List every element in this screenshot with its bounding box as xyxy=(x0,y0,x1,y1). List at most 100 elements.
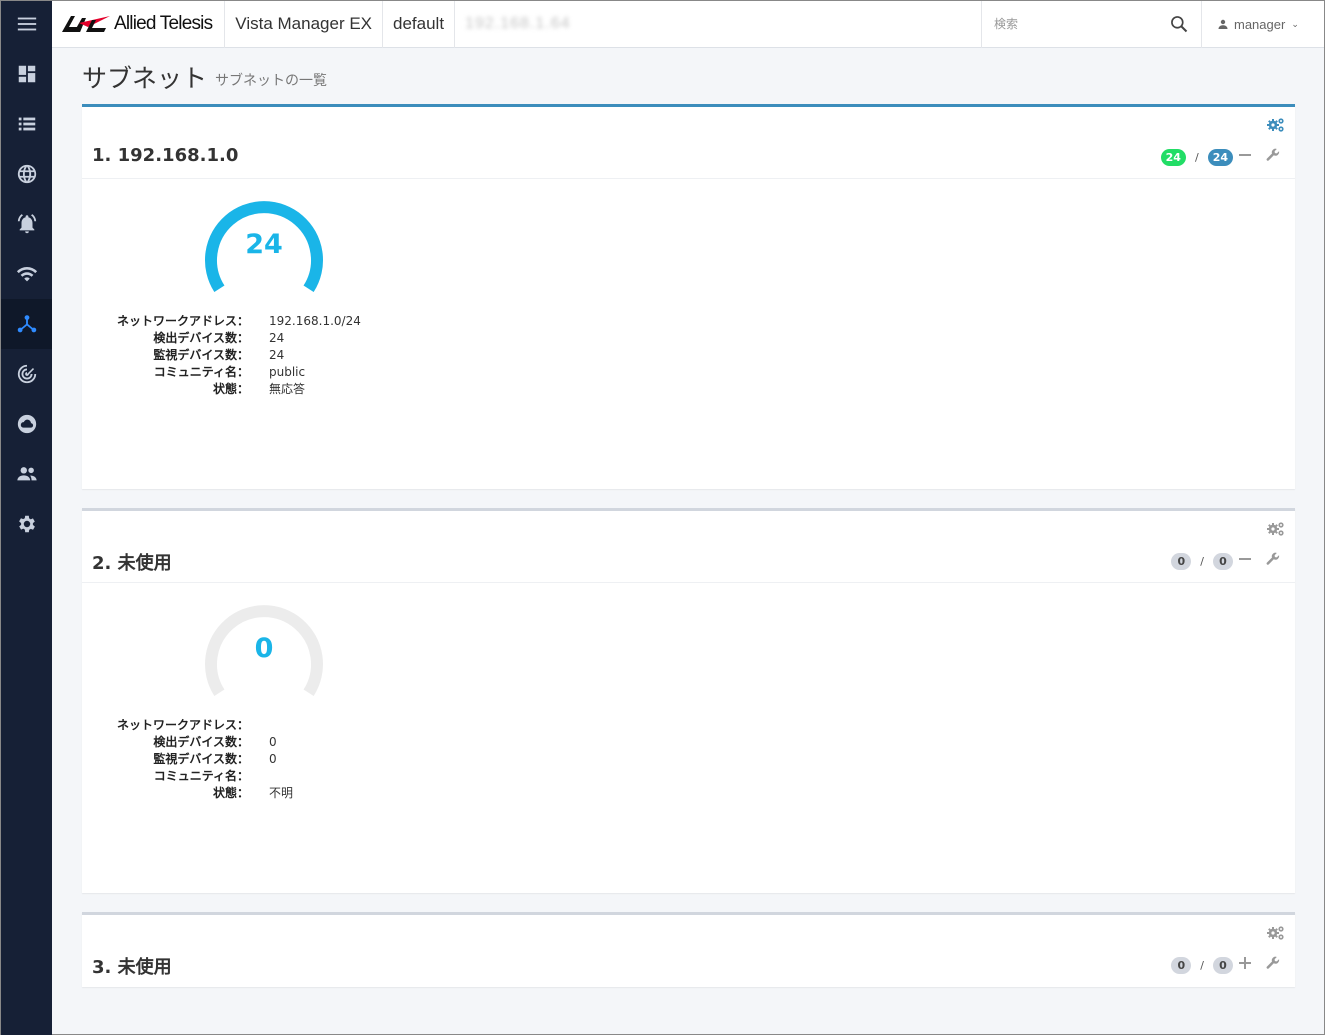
menu-icon xyxy=(17,17,36,31)
sidebar-item-radar[interactable] xyxy=(1,349,52,399)
server-ip: 192.168.1.64 xyxy=(465,15,571,32)
info-row-status: 状態： 不明 xyxy=(82,785,482,802)
info-label: 状態： xyxy=(212,786,249,800)
info-row-community: コミュニティ名： xyxy=(82,768,482,785)
plus-icon xyxy=(1239,957,1251,969)
chevron-down-icon: ⌄ xyxy=(1291,18,1299,29)
gears-icon[interactable] xyxy=(1266,117,1286,133)
subnet-info: ネットワークアドレス： 検出デバイス数： 0 監視デバイス数： 0 コミュニティ名：… xyxy=(82,717,482,802)
configure-button[interactable] xyxy=(1265,147,1281,163)
site-selector[interactable]: default xyxy=(383,0,456,48)
globe-icon xyxy=(17,164,36,184)
user-menu[interactable]: manager ⌄ xyxy=(1201,0,1324,48)
topbar: Allied Telesis Vista Manager EX default … xyxy=(52,0,1324,48)
count-separator: / xyxy=(1194,151,1199,164)
monitored-count-badge: 24 xyxy=(1207,149,1233,166)
alarm-icon xyxy=(17,214,36,234)
wrench-icon xyxy=(1266,148,1280,161)
search-box xyxy=(981,0,1201,48)
cloud-icon xyxy=(17,414,36,434)
info-value: 0 xyxy=(269,752,277,766)
info-value xyxy=(253,717,269,734)
menu-toggle-button[interactable] xyxy=(1,1,52,47)
subnet-panel: 3. 未使用 0 / 0 xyxy=(82,912,1295,987)
info-value: 24 xyxy=(269,348,285,362)
monitored-count-badge: 0 xyxy=(1213,957,1233,974)
info-value: 0 xyxy=(269,735,277,749)
minus-icon xyxy=(1239,558,1251,560)
configure-button[interactable] xyxy=(1265,955,1281,971)
count-separator: / xyxy=(1200,959,1204,972)
user-name: manager xyxy=(1234,16,1286,32)
device-counts: 0 / 0 xyxy=(1171,553,1233,570)
info-row-detected: 検出デバイス数： 24 xyxy=(82,330,482,347)
sidebar-item-settings[interactable] xyxy=(1,499,52,549)
info-row-monitored: 監視デバイス数： 24 xyxy=(82,347,482,364)
gears-icon[interactable] xyxy=(1266,925,1286,941)
info-value: 24 xyxy=(269,331,285,345)
device-counts: 0 / 0 xyxy=(1171,957,1233,974)
sidebar-item-cloud[interactable] xyxy=(1,399,52,449)
info-row-detected: 検出デバイス数： 0 xyxy=(82,734,482,751)
wrench-icon xyxy=(1266,552,1280,565)
sidebar-item-subnets[interactable] xyxy=(1,299,52,349)
panel-header: 3. 未使用 0 / 0 xyxy=(82,915,1295,987)
collapse-button[interactable] xyxy=(1237,147,1253,163)
info-label: コミュニティ名： xyxy=(153,769,249,783)
radar-icon xyxy=(17,364,36,384)
info-label: 監視デバイス数： xyxy=(153,348,249,362)
user-icon xyxy=(1218,19,1228,29)
settings-icon xyxy=(18,515,35,533)
sidebar xyxy=(1,1,52,1035)
subnet-info: ネットワークアドレス： 192.168.1.0/24 検出デバイス数： 24 監視デ… xyxy=(82,313,482,398)
info-label: ネットワークアドレス： xyxy=(116,718,249,732)
panel-header: 1. 192.168.1.0 24 / 24 xyxy=(82,107,1295,179)
panel-title: 2. 未使用 xyxy=(92,553,172,574)
info-value: 不明 xyxy=(269,786,294,800)
monitored-count-badge: 0 xyxy=(1213,553,1233,570)
expand-button[interactable] xyxy=(1237,955,1253,971)
info-value: public xyxy=(269,365,306,379)
configure-button[interactable] xyxy=(1265,551,1281,567)
info-label: 検出デバイス数： xyxy=(153,735,249,749)
panel-title: 3. 未使用 xyxy=(92,957,172,978)
detected-count-badge: 0 xyxy=(1171,957,1192,974)
minus-icon xyxy=(1239,154,1251,156)
gauge-value: 0 xyxy=(254,633,274,664)
search-icon[interactable] xyxy=(1169,14,1189,34)
detected-count-badge: 0 xyxy=(1171,553,1192,570)
users-icon xyxy=(16,467,37,481)
info-value: 無応答 xyxy=(269,382,306,396)
info-value: 192.168.1.0/24 xyxy=(269,314,361,328)
device-counts: 24 / 24 xyxy=(1160,149,1233,166)
collapse-button[interactable] xyxy=(1237,551,1253,567)
info-row-status: 状態： 無応答 xyxy=(82,381,482,398)
sidebar-item-wireless[interactable] xyxy=(1,249,52,299)
info-row-network-address: ネットワークアドレス： xyxy=(82,717,482,734)
sidebar-item-list[interactable] xyxy=(1,99,52,149)
info-label: 監視デバイス数： xyxy=(153,752,249,766)
info-label: ネットワークアドレス： xyxy=(116,314,249,328)
info-row-monitored: 監視デバイス数： 0 xyxy=(82,751,482,768)
page-subtitle: サブネットの一覧 xyxy=(215,73,327,89)
wifi-icon xyxy=(16,267,37,282)
gears-icon[interactable] xyxy=(1266,521,1286,537)
brand-logo[interactable]: Allied Telesis xyxy=(52,0,226,48)
product-name: Vista Manager EX xyxy=(225,0,384,48)
search-input[interactable] xyxy=(994,17,1154,31)
sidebar-item-alarms[interactable] xyxy=(1,199,52,249)
dashboard-icon xyxy=(18,65,35,83)
allied-telesis-logo-icon xyxy=(62,16,110,32)
subnet-icon xyxy=(17,315,36,333)
wrench-icon xyxy=(1266,956,1280,969)
page-title: サブネット xyxy=(82,64,208,93)
subnet-panel: 2. 未使用 0 / 0 0 ネットワークアドレス： 検出デバイス数： 0 監視デ… xyxy=(82,508,1295,893)
sidebar-item-users[interactable] xyxy=(1,449,52,499)
subnet-panel: 1. 192.168.1.0 24 / 24 24 ネットワークアドレス： 192… xyxy=(82,104,1295,489)
info-label: 検出デバイス数： xyxy=(153,331,249,345)
count-separator: / xyxy=(1200,555,1204,568)
sidebar-item-dashboard[interactable] xyxy=(1,49,52,99)
brand-name: Allied Telesis xyxy=(114,13,213,34)
info-row-community: コミュニティ名： public xyxy=(82,364,482,381)
sidebar-item-network[interactable] xyxy=(1,149,52,199)
